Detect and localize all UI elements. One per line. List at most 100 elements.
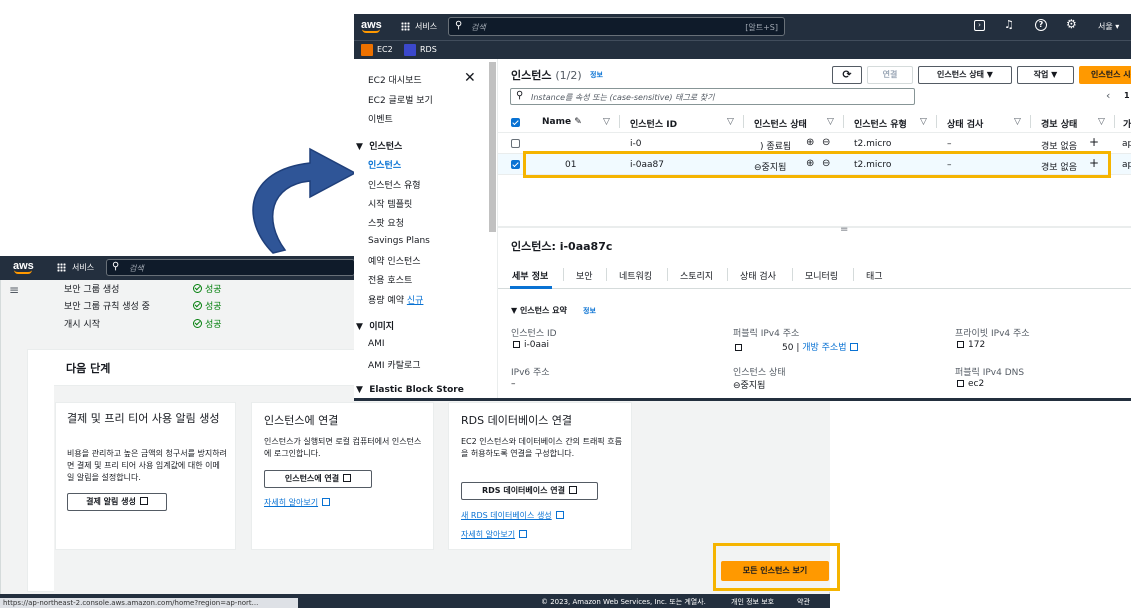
info-link[interactable]: 정보: [590, 70, 603, 80]
external-link-icon: [569, 486, 577, 494]
summary-info-link[interactable]: 정보: [583, 306, 596, 316]
nav-section-instances[interactable]: ▼ 인스턴스: [356, 139, 402, 152]
nav-instance-types[interactable]: 인스턴스 유형: [368, 178, 421, 191]
ec2-service-icon[interactable]: [361, 44, 373, 56]
split-pane-divider[interactable]: [498, 226, 1131, 228]
nav-section-images[interactable]: ▼ 이미지: [356, 319, 394, 332]
gear-icon[interactable]: ⚙: [1066, 17, 1077, 31]
col-alarm-status[interactable]: 경보 상태: [1041, 117, 1077, 130]
tab-security[interactable]: 보안: [576, 269, 593, 282]
tab-networking[interactable]: 네트워킹: [619, 269, 652, 282]
footer-terms-link[interactable]: 약관: [797, 597, 810, 607]
learn-more-link-1[interactable]: 자세히 알아보기: [264, 497, 331, 508]
favorite-rds[interactable]: RDS: [420, 45, 437, 54]
connect-button[interactable]: 연결: [867, 66, 913, 84]
tab-status-checks[interactable]: 상태 검사: [740, 269, 776, 282]
tab-monitoring[interactable]: 모니터링: [805, 269, 838, 282]
sort-icon[interactable]: ▽: [827, 117, 834, 127]
nav-savings-plans[interactable]: Savings Plans: [368, 236, 430, 246]
view-all-instances-button[interactable]: 모든 인스턴스 보기: [721, 561, 829, 581]
drag-handle-icon[interactable]: =: [840, 224, 848, 235]
nav-ec2-global-view[interactable]: EC2 글로벌 보기: [368, 93, 433, 106]
nav-reserved-instances[interactable]: 예약 인스턴스: [368, 254, 421, 267]
sort-icon[interactable]: ▽: [1014, 117, 1021, 127]
zoom-out-icon[interactable]: ⊖: [822, 137, 830, 148]
bell-icon[interactable]: ♫: [1004, 18, 1014, 31]
services-menu[interactable]: 서비스: [415, 21, 437, 32]
help-icon[interactable]: ?: [1035, 19, 1047, 31]
hamburger-menu-icon[interactable]: ≡: [9, 283, 19, 297]
nav-dedicated-hosts[interactable]: 전용 호스트: [368, 273, 412, 286]
nav-instances[interactable]: 인스턴스: [368, 158, 401, 171]
rds-service-icon[interactable]: [404, 44, 416, 56]
create-billing-alert-button[interactable]: 결제 알림 생성: [67, 493, 167, 511]
nav-ec2-dashboard[interactable]: EC2 대시보드: [368, 73, 422, 86]
new-rds-link[interactable]: 새 RDS 데이터베이스 생성: [461, 510, 564, 521]
col-instance-state[interactable]: 인스턴스 상태: [754, 117, 807, 130]
pagination-page[interactable]: 1: [1124, 91, 1130, 100]
favorite-ec2[interactable]: EC2: [377, 45, 393, 54]
services-menu[interactable]: 서비스: [72, 262, 94, 273]
footer-privacy-link[interactable]: 개인 정보 보호: [731, 597, 774, 607]
aws-logo-smile: [362, 29, 380, 33]
open-address-link[interactable]: 개방 주소법: [802, 343, 846, 353]
side-nav-scrollbar[interactable]: [489, 62, 496, 232]
col-status-check[interactable]: 상태 검사: [947, 117, 983, 130]
instance-state-button[interactable]: 인스턴스 상태 ▼: [918, 66, 1012, 84]
region-selector[interactable]: 서울 ▾: [1098, 21, 1119, 32]
pagination-prev-icon[interactable]: ‹: [1106, 89, 1110, 102]
nav-launch-templates[interactable]: 시작 템플릿: [368, 197, 412, 210]
search-input[interactable]: ⚲ 검색 [알트+S]: [448, 17, 785, 36]
add-alarm-icon[interactable]: +: [1089, 135, 1099, 149]
card-connect-body: 인스턴스가 실행되면 로컬 컴퓨터에서 인스턴스에 로그인합니다.: [264, 437, 422, 458]
nav-spot-requests[interactable]: 스팟 요청: [368, 216, 404, 229]
row-checkbox[interactable]: [511, 160, 520, 169]
sort-icon[interactable]: ▽: [603, 117, 610, 127]
select-all-checkbox[interactable]: [511, 118, 520, 127]
services-grid-icon[interactable]: [57, 263, 66, 272]
col-instance-id[interactable]: 인스턴스 ID: [630, 117, 677, 130]
rds-connect-button[interactable]: RDS 데이터베이스 연결: [461, 482, 598, 500]
nav-events[interactable]: 이벤트: [368, 112, 393, 125]
status-label: 보안 그룹 생성: [64, 285, 120, 295]
edit-icon[interactable]: ✎: [574, 117, 582, 127]
row-checkbox[interactable]: [511, 139, 520, 148]
learn-more-link-2[interactable]: 자세히 알아보기: [461, 529, 528, 540]
refresh-button[interactable]: ⟳: [832, 66, 862, 84]
nav-capacity-reservations[interactable]: 용량 예약 신규: [368, 293, 423, 306]
copy-icon[interactable]: [957, 341, 964, 348]
sort-icon[interactable]: ▽: [727, 117, 734, 127]
filter-input[interactable]: ⚲ Instance를 속성 또는 (case-sensitive) 태그로 찾…: [510, 88, 915, 105]
tab-divider: [606, 268, 607, 281]
sort-icon[interactable]: ▽: [1098, 117, 1105, 127]
launch-instance-button[interactable]: 인스턴스 시작 ▼: [1079, 66, 1131, 84]
zoom-in-icon[interactable]: ⊕: [806, 137, 814, 148]
col-az[interactable]: 가: [1123, 117, 1131, 130]
nav-ami[interactable]: AMI: [368, 339, 385, 349]
tab-tags[interactable]: 태그: [866, 269, 883, 282]
field-private-ip-label: 프라이빗 IPv4 주소: [955, 329, 1030, 339]
close-nav-icon[interactable]: ✕: [464, 70, 476, 86]
tab-storage[interactable]: 스토리지: [680, 269, 713, 282]
col-name[interactable]: Name ✎: [542, 117, 582, 127]
row-instance-id[interactable]: i-0: [630, 139, 641, 149]
copy-icon[interactable]: [513, 341, 520, 348]
tab-details[interactable]: 세부 정보: [512, 269, 548, 282]
field-instance-state-label: 인스턴스 상태: [733, 368, 786, 378]
copy-icon[interactable]: [957, 380, 964, 387]
cloudshell-icon[interactable]: ›: [974, 20, 985, 31]
nav-section-ebs[interactable]: ▼ Elastic Block Store: [356, 385, 464, 395]
services-grid-icon[interactable]: [401, 22, 410, 31]
connect-instance-button[interactable]: 인스턴스에 연결: [264, 470, 372, 488]
nav-ami-catalog[interactable]: AMI 카탈로그: [368, 358, 421, 371]
filter-placeholder: Instance를 속성 또는 (case-sensitive) 태그로 찾기: [531, 93, 715, 102]
actions-button[interactable]: 작업 ▼: [1017, 66, 1074, 84]
detail-title: 인스턴스: i-0aa87c: [511, 240, 613, 253]
status-row-1: 보안 그룹 생성: [64, 282, 119, 295]
sort-icon[interactable]: ▽: [920, 117, 927, 127]
copy-icon[interactable]: [735, 344, 742, 351]
summary-section-toggle[interactable]: ▼ 인스턴스 요약: [511, 305, 567, 316]
search-input[interactable]: ⚲ 검색: [106, 259, 355, 276]
card-connect-title: 인스턴스에 연결: [264, 414, 339, 427]
col-instance-type[interactable]: 인스턴스 유형: [854, 117, 907, 130]
